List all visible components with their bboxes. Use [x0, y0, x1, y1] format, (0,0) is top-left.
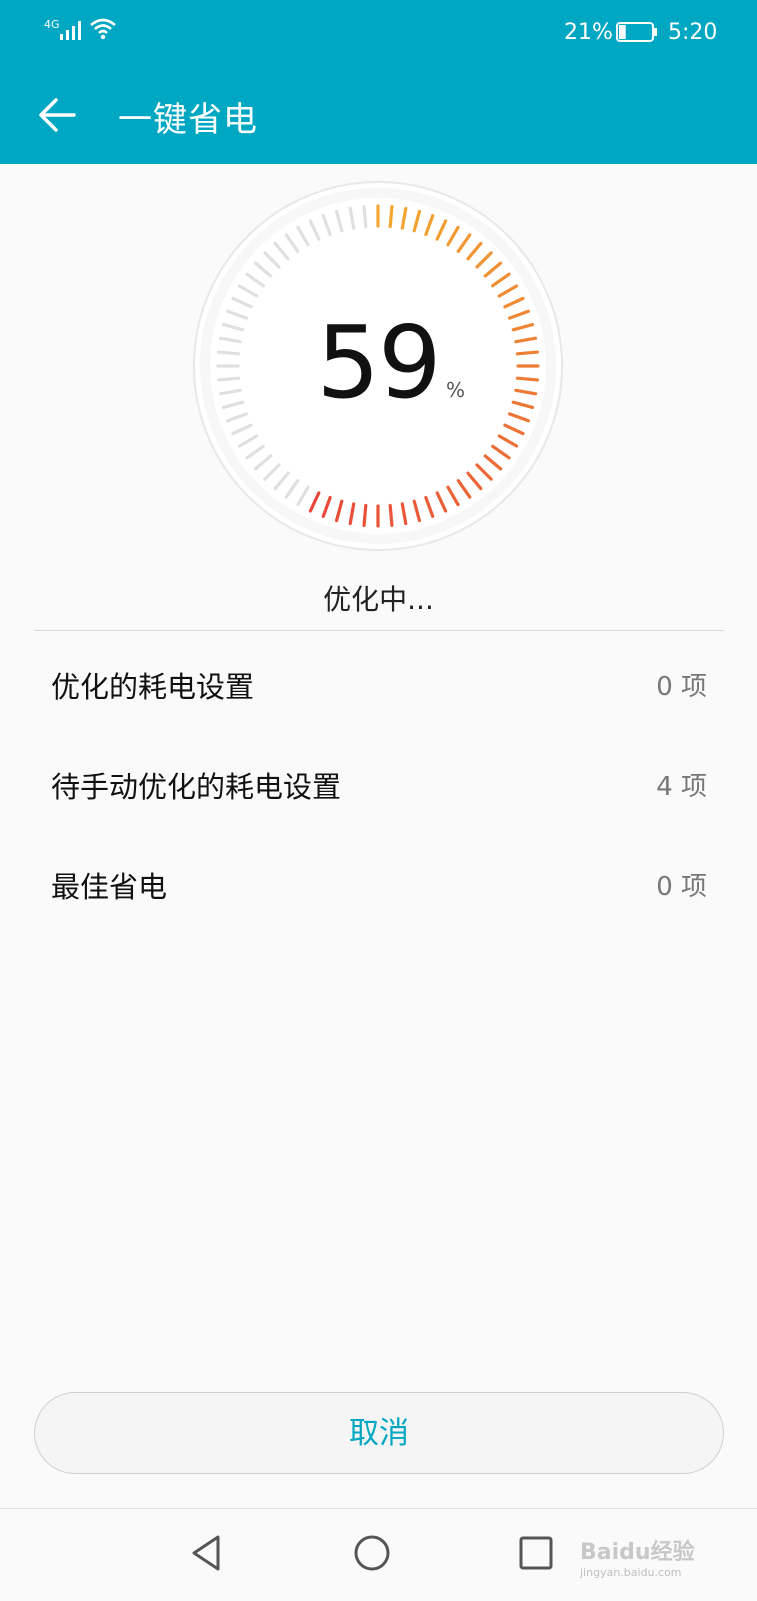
back-arrow-icon[interactable]: [36, 94, 78, 136]
list-item-manual-optimize-settings: 待手动优化的耗电设置 4 项: [34, 754, 724, 814]
gauge-tick-active: [362, 503, 368, 527]
list-item-label: 最佳省电: [51, 870, 168, 904]
divider: [34, 630, 724, 631]
clock: 5:20: [668, 20, 718, 45]
list-item-label: 优化的耗电设置: [51, 670, 255, 704]
cancel-button[interactable]: 取消: [34, 1392, 724, 1474]
status-bar: 4G 21% 5:20: [0, 0, 757, 64]
progress-unit: %: [446, 378, 466, 402]
optimization-status: 优化中...: [323, 583, 434, 616]
wifi-icon: [90, 18, 116, 40]
list-item-count: 0 项: [656, 872, 707, 902]
gauge-tick-active: [388, 503, 394, 527]
nav-recents-icon[interactable]: [514, 1531, 558, 1575]
signal-icon: [60, 21, 81, 40]
app-header: 一键省电: [0, 64, 757, 164]
page-title: 一键省电: [118, 100, 258, 140]
battery-percent: 21%: [564, 20, 613, 45]
gauge-tick-active: [388, 205, 394, 229]
list-item-count: 0 项: [656, 672, 707, 702]
watermark-url: jingyan.baidu.com: [580, 1566, 682, 1579]
progress-value: 59: [316, 304, 441, 421]
list-item-label: 待手动优化的耗电设置: [51, 770, 342, 804]
baidu-watermark: Baidu经验 jingyan.baidu.com: [580, 1534, 695, 1579]
list-item-optimized-settings: 优化的耗电设置 0 项: [34, 654, 724, 714]
battery-icon: [616, 22, 657, 42]
list-item-count: 4 项: [656, 772, 707, 802]
nav-home-icon[interactable]: [350, 1531, 394, 1575]
gauge-tick-inactive: [362, 205, 368, 229]
nav-back-icon[interactable]: [186, 1531, 230, 1575]
list-item-best-power-saving: 最佳省电 0 项: [34, 854, 724, 914]
watermark-brand: Baidu经验: [580, 1540, 695, 1565]
progress-gauge: 59 %: [190, 178, 566, 554]
